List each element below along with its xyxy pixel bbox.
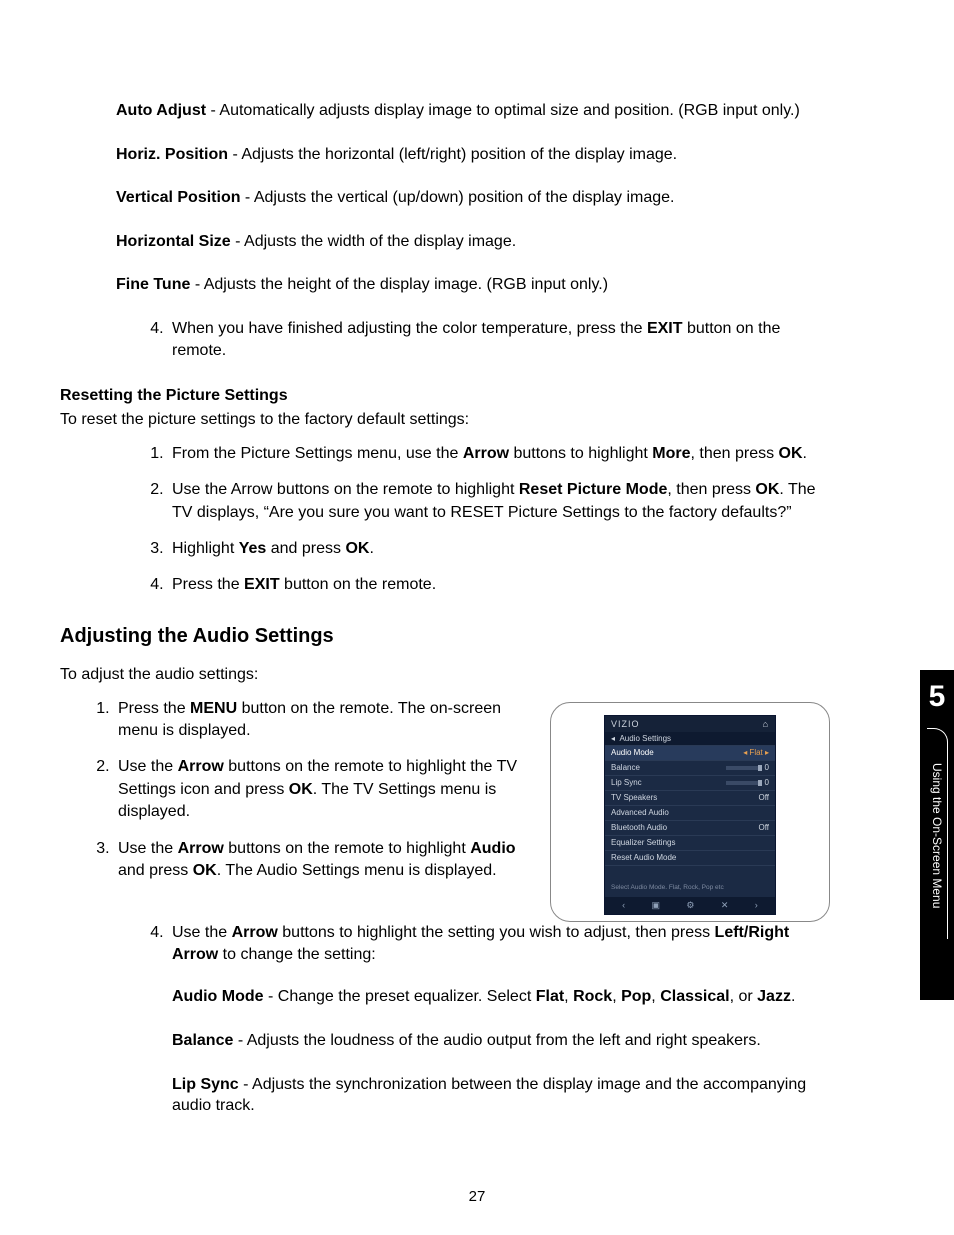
- term: Vertical Position: [116, 189, 240, 206]
- osd-screenshot: VIZIO ⌂ ◂ Audio Settings Audio Mode ◂ Fla…: [550, 702, 830, 922]
- home-icon: ⌂: [763, 719, 769, 729]
- osd-row-value: 0: [726, 763, 769, 772]
- osd-row-value: ◂ Flat ▸: [743, 748, 769, 757]
- osd-row-label: Bluetooth Audio: [611, 823, 667, 832]
- term: Horiz. Position: [116, 146, 228, 163]
- osd-footer-icon: ▣: [652, 900, 661, 911]
- page-number: 27: [0, 1188, 954, 1205]
- definition-balance: Balance - Adjusts the loudness of the au…: [172, 1030, 830, 1052]
- osd-row: Reset Audio Mode: [605, 850, 775, 865]
- audio-steps-column: Press the MENU button on the remote. The…: [60, 698, 530, 903]
- osd-hint: Select Audio Mode. Flat, Rock, Pop etc: [605, 865, 775, 897]
- audio-step-3: Use the Arrow buttons on the remote to h…: [114, 838, 530, 883]
- osd-row-label: Audio Mode: [611, 748, 654, 757]
- desc: - Adjusts the vertical (up/down) positio…: [240, 189, 674, 206]
- definition-lip-sync: Lip Sync - Adjusts the synchronization b…: [172, 1074, 830, 1117]
- osd-footer-icon: ‹: [622, 900, 625, 911]
- osd-row: Equalizer Settings: [605, 835, 775, 850]
- audio-step-1: Press the MENU button on the remote. The…: [114, 698, 530, 743]
- audio-steps-list: Press the MENU button on the remote. The…: [60, 698, 530, 883]
- definition-fine-tune: Fine Tune - Adjusts the height of the di…: [116, 274, 830, 296]
- reset-step-3: Highlight Yes and press OK.: [168, 538, 830, 560]
- reset-step-2: Use the Arrow buttons on the remote to h…: [168, 479, 830, 524]
- reset-intro: To reset the picture settings to the fac…: [60, 411, 830, 429]
- osd-row: Balance 0: [605, 760, 775, 775]
- osd-row-label: Advanced Audio: [611, 808, 669, 817]
- chapter-tab: 5 Using the On-Screen Menu: [920, 670, 954, 1000]
- definition-audio-mode: Audio Mode - Change the preset equalizer…: [172, 986, 830, 1008]
- term: Lip Sync: [172, 1076, 239, 1093]
- osd-row: Lip Sync 0: [605, 775, 775, 790]
- term: Horizontal Size: [116, 233, 231, 250]
- audio-intro: To adjust the audio settings:: [60, 666, 830, 684]
- heading-audio-settings: Adjusting the Audio Settings: [60, 625, 830, 648]
- osd-row-label: Equalizer Settings: [611, 838, 675, 847]
- desc: - Adjusts the horizontal (left/right) po…: [228, 146, 677, 163]
- audio-step-2: Use the Arrow buttons on the remote to h…: [114, 756, 530, 823]
- definition-horizontal-size: Horizontal Size - Adjusts the width of t…: [116, 231, 830, 253]
- osd-row-label: TV Speakers: [611, 793, 657, 802]
- reset-steps-list: From the Picture Settings menu, use the …: [60, 443, 830, 597]
- osd-rows: Audio Mode ◂ Flat ▸ Balance 0 Lip Sync 0 TV Sp…: [605, 745, 775, 865]
- chapter-label: Using the On-Screen Menu: [930, 736, 944, 936]
- slider-icon: [726, 766, 762, 770]
- osd-row-value: 0: [726, 778, 769, 787]
- osd-row-label: Reset Audio Mode: [611, 853, 676, 862]
- reset-step-4: Press the EXIT button on the remote.: [168, 574, 830, 596]
- definition-auto-adjust: Auto Adjust - Automatically adjusts disp…: [116, 100, 830, 122]
- term: Balance: [172, 1032, 233, 1049]
- osd-brand: VIZIO: [611, 719, 640, 729]
- osd-row: TV Speakers Off: [605, 790, 775, 805]
- osd-footer: ‹ ▣ ⚙ ✕ ›: [605, 897, 775, 914]
- term: Audio Mode: [172, 988, 264, 1005]
- osd-row-label: Lip Sync: [611, 778, 642, 787]
- term: Auto Adjust: [116, 102, 206, 119]
- osd-row-label: Balance: [611, 763, 640, 772]
- osd-panel: VIZIO ⌂ ◂ Audio Settings Audio Mode ◂ Fla…: [604, 715, 776, 915]
- osd-footer-icon: ✕: [721, 900, 729, 911]
- picture-steps-continued: When you have finished adjusting the col…: [60, 318, 830, 363]
- desc: - Adjusts the height of the display imag…: [190, 276, 608, 293]
- chapter-number: 5: [920, 680, 954, 714]
- osd-row: Advanced Audio: [605, 805, 775, 820]
- definition-vertical-position: Vertical Position - Adjusts the vertical…: [116, 187, 830, 209]
- osd-row: Audio Mode ◂ Flat ▸: [605, 745, 775, 760]
- osd-header: VIZIO ⌂: [605, 716, 775, 732]
- osd-row-value: Off: [758, 823, 769, 832]
- reset-step-1: From the Picture Settings menu, use the …: [168, 443, 830, 465]
- definition-horiz-position: Horiz. Position - Adjusts the horizontal…: [116, 144, 830, 166]
- audio-steps-continued: Use the Arrow buttons to highlight the s…: [60, 922, 830, 1117]
- term: Fine Tune: [116, 276, 190, 293]
- osd-footer-icon: ›: [755, 900, 758, 911]
- osd-footer-icon: ⚙: [686, 900, 694, 911]
- audio-definitions: Audio Mode - Change the preset equalizer…: [172, 986, 830, 1116]
- audio-layout: Press the MENU button on the remote. The…: [60, 698, 830, 922]
- document-page: Auto Adjust - Automatically adjusts disp…: [0, 0, 890, 1179]
- desc: - Automatically adjusts display image to…: [206, 102, 800, 119]
- osd-title: ◂ Audio Settings: [605, 732, 775, 745]
- step-4-exit: When you have finished adjusting the col…: [168, 318, 830, 363]
- osd-row: Bluetooth Audio Off: [605, 820, 775, 835]
- slider-icon: [726, 781, 762, 785]
- audio-step-4: Use the Arrow buttons to highlight the s…: [168, 922, 830, 1117]
- desc: - Adjusts the width of the display image…: [231, 233, 516, 250]
- heading-reset-picture: Resetting the Picture Settings: [60, 387, 830, 405]
- osd-row-value: Off: [758, 793, 769, 802]
